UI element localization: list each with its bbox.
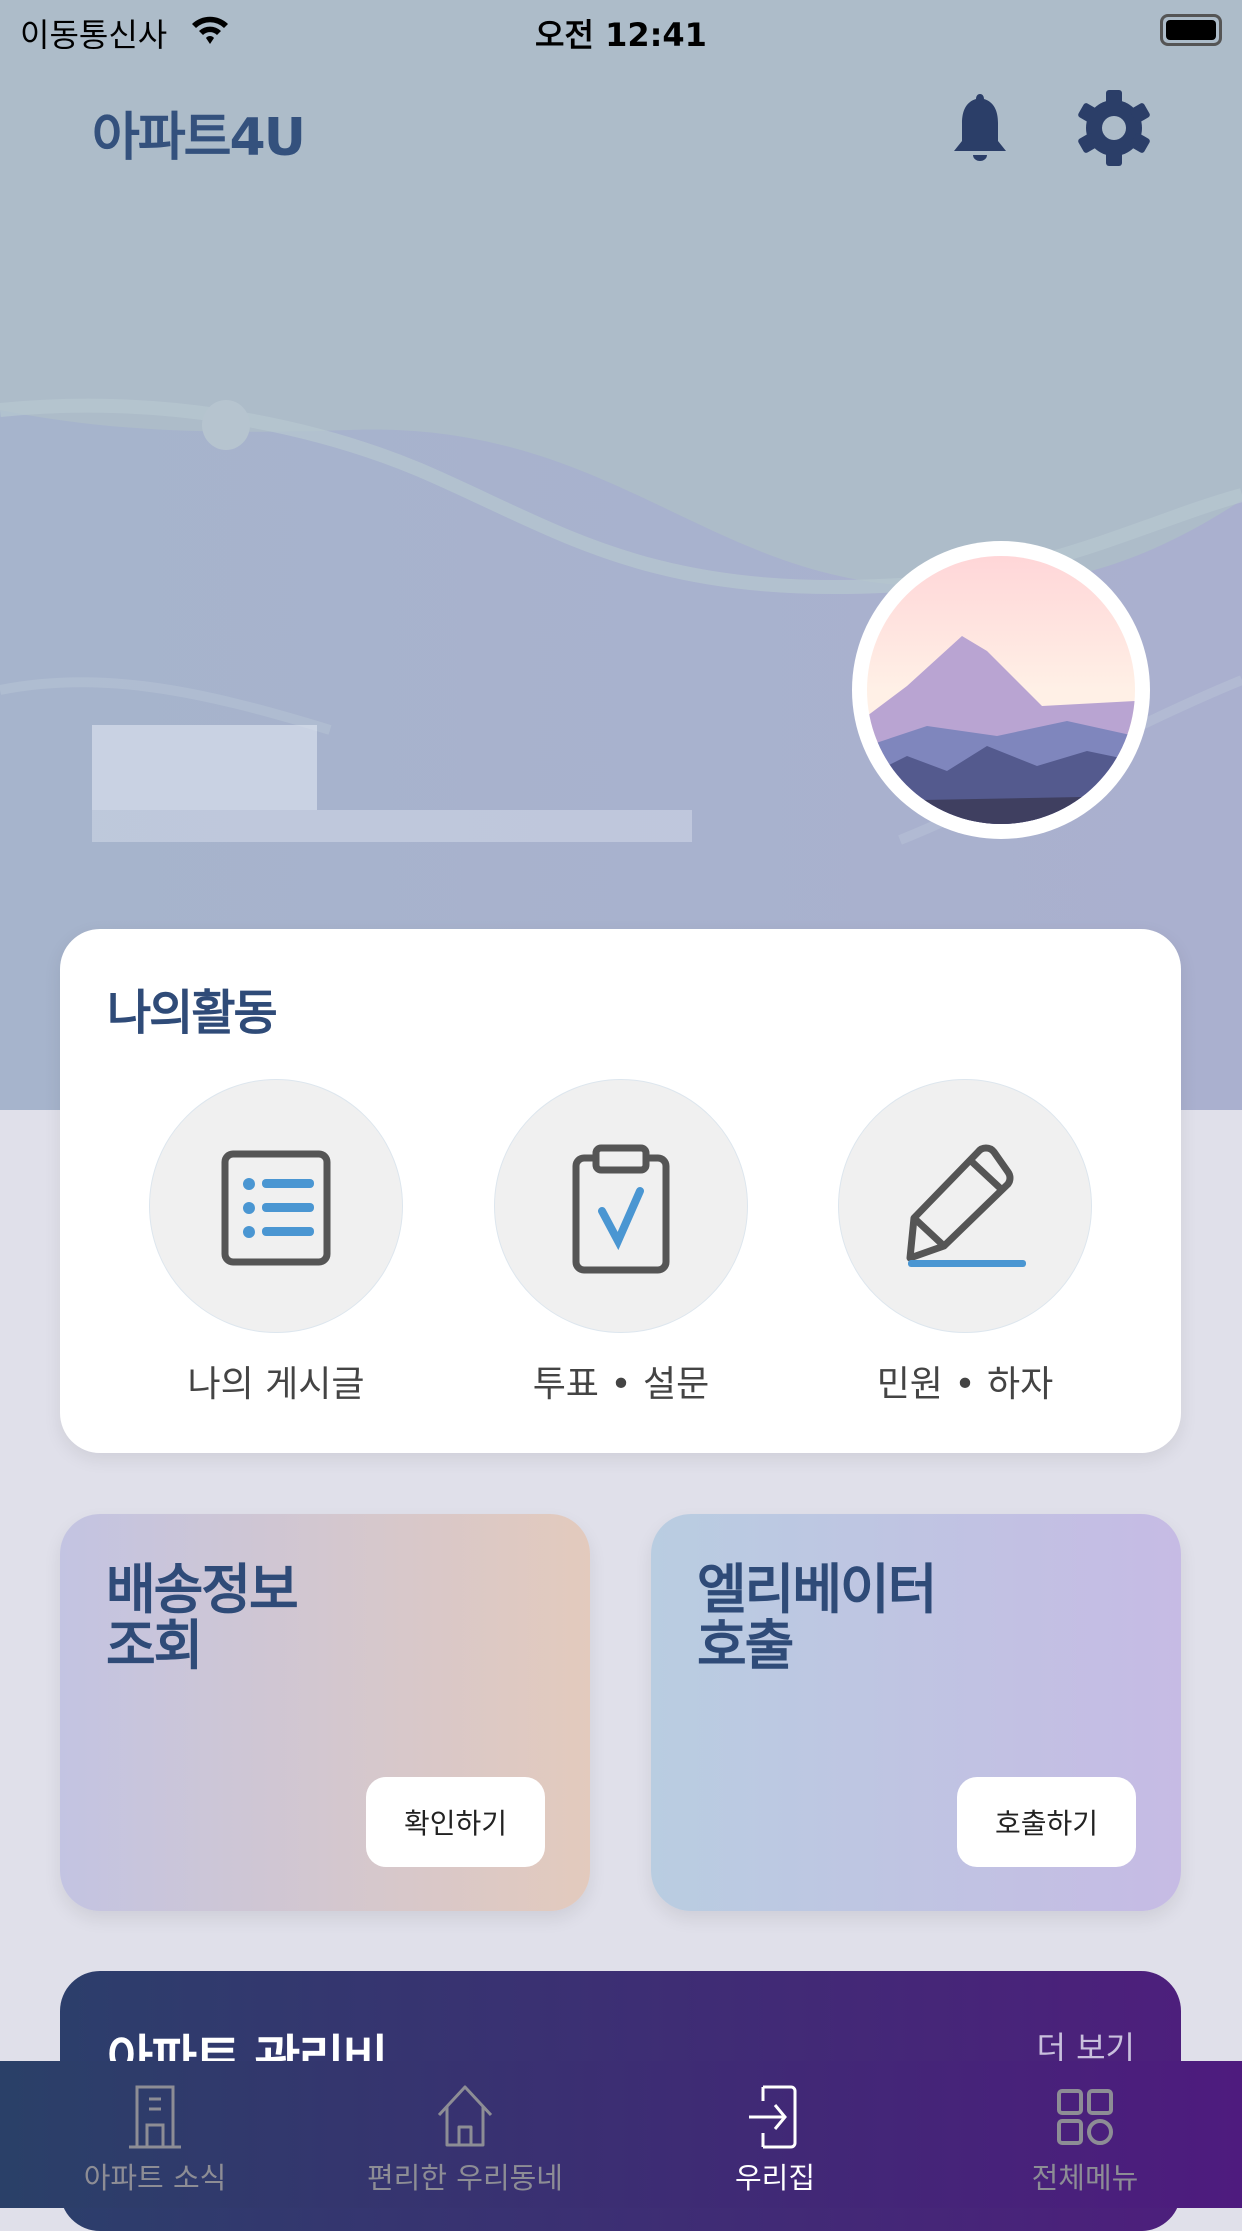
bell-icon — [954, 94, 1006, 161]
tab-all-menu[interactable]: 전체메뉴 — [930, 2061, 1240, 2208]
delivery-info-title: 배송정보 조회 — [106, 1558, 299, 1677]
profile-avatar[interactable] — [852, 541, 1150, 839]
my-activity-title: 나의활동 — [107, 985, 278, 1041]
tab-label: 전체메뉴 — [1031, 2161, 1139, 2195]
vote-survey-label: 투표 • 설문 — [532, 1364, 710, 1405]
building-icon — [129, 2085, 181, 2149]
app-logo: 아파트4U — [92, 108, 306, 168]
grid-menu-icon — [1057, 2089, 1113, 2145]
pencil-icon — [906, 1144, 1026, 1267]
elevator-call-title: 엘리베이터 호출 — [697, 1558, 937, 1677]
complaint-defect-label: 민원 • 하자 — [876, 1364, 1054, 1405]
notification-button[interactable] — [940, 88, 1020, 168]
tab-label: 아파트 소식 — [83, 2161, 227, 2195]
list-icon — [221, 1150, 331, 1266]
clock: 오전 12:41 — [535, 16, 707, 54]
gear-icon — [1078, 90, 1150, 166]
status-bar: 이동통신사 오전 12:41 — [0, 0, 1242, 62]
my-posts-label: 나의 게시글 — [187, 1364, 365, 1405]
tab-apartment-news[interactable]: 아파트 소식 — [0, 2061, 310, 2208]
delivery-info-card[interactable]: 배송정보 조회 확인하기 — [60, 1514, 590, 1911]
elevator-call-card[interactable]: 엘리베이터 호출 호출하기 — [651, 1514, 1181, 1911]
vote-survey-button[interactable]: 투표 • 설문 — [494, 1079, 748, 1407]
home-icon — [437, 2085, 493, 2147]
my-posts-button[interactable]: 나의 게시글 — [149, 1079, 403, 1407]
enter-icon — [749, 2085, 797, 2149]
tab-neighborhood[interactable]: 편리한 우리동네 — [310, 2061, 620, 2208]
avatar-image — [867, 556, 1135, 824]
tab-label: 우리집 — [734, 2161, 816, 2195]
complaint-defect-button[interactable]: 민원 • 하자 — [838, 1079, 1092, 1407]
call-button[interactable]: 호출하기 — [957, 1777, 1136, 1867]
clipboard-check-icon — [572, 1144, 670, 1274]
settings-button[interactable] — [1074, 88, 1154, 168]
confirm-button[interactable]: 확인하기 — [366, 1777, 545, 1867]
tab-my-home[interactable]: 우리집 — [620, 2061, 930, 2208]
my-activity-card: 나의활동 나의 게시글 투표 • 설문 민원 • 하자 — [60, 929, 1181, 1453]
bottom-tab-bar: 아파트 소식 편리한 우리동네 우리집 전체메뉴 — [0, 2061, 1242, 2208]
battery-icon — [1160, 14, 1222, 46]
tab-label: 편리한 우리동네 — [367, 2161, 563, 2195]
